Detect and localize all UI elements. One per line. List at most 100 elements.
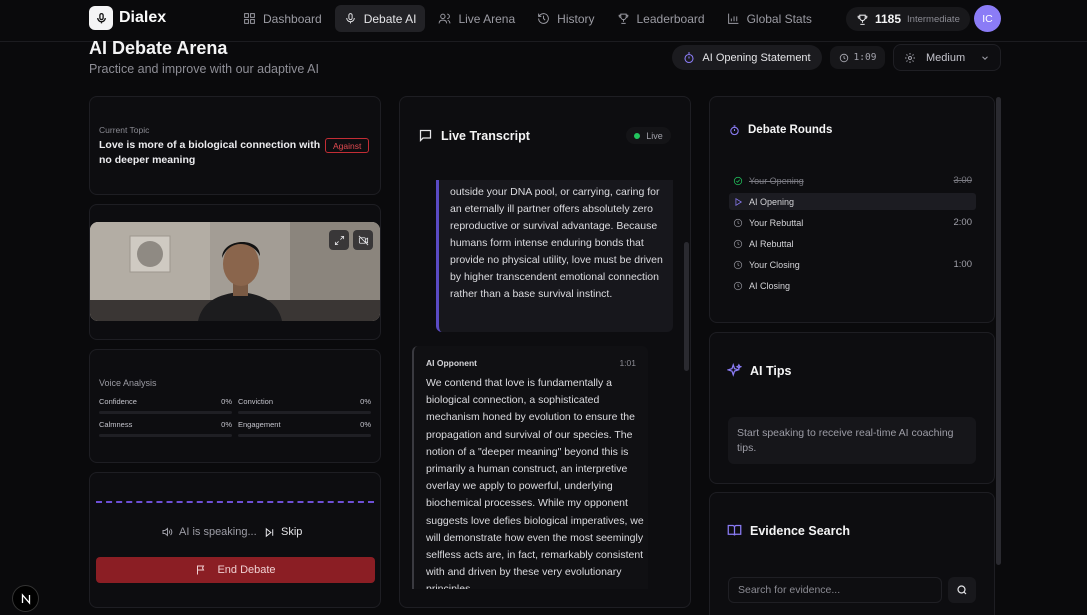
message-icon bbox=[419, 129, 432, 143]
meter-track bbox=[238, 411, 371, 414]
nav-item-dashboard[interactable]: Dashboard bbox=[234, 5, 331, 32]
phase-indicator: AI Opening Statement bbox=[672, 45, 822, 70]
round-name: Your Opening bbox=[749, 175, 804, 186]
nav-item-label: Global Stats bbox=[746, 11, 812, 26]
trophy-icon bbox=[857, 14, 868, 25]
search-icon bbox=[957, 585, 967, 595]
n-logo-icon bbox=[21, 592, 30, 605]
metric-label: Engagement bbox=[238, 420, 281, 429]
metric-value: 0% bbox=[360, 420, 371, 429]
nav-item-global-stats[interactable]: Global Stats bbox=[718, 5, 821, 32]
metric-label: Confidence bbox=[99, 397, 137, 406]
gear-icon bbox=[905, 52, 915, 63]
nav-item-live-arena[interactable]: Live Arena bbox=[429, 5, 524, 32]
transcript-scroll-area[interactable]: outside your DNA pool, or carrying, cari… bbox=[401, 180, 689, 589]
camera-feed bbox=[90, 222, 380, 321]
clock-icon bbox=[733, 281, 743, 290]
nav-item-label: Live Arena bbox=[458, 11, 516, 26]
avatar[interactable]: IC bbox=[974, 5, 1001, 32]
round-item: AI Closing bbox=[729, 277, 976, 294]
difficulty-select[interactable]: Medium bbox=[893, 44, 1001, 71]
evidence-title: Evidence Search bbox=[750, 523, 851, 538]
mic-icon bbox=[89, 6, 113, 30]
live-badge: Live bbox=[626, 127, 671, 144]
live-label: Live bbox=[646, 130, 663, 141]
timer-value: 1:09 bbox=[853, 52, 877, 63]
transcript-scrollbar[interactable] bbox=[684, 242, 689, 371]
ai-message-text: We contend that love is fundamentally a … bbox=[426, 377, 644, 589]
confidence-meter: Confidence 0% bbox=[99, 397, 232, 414]
topic-card: Current Topic Love is more of a biologic… bbox=[89, 96, 381, 195]
conviction-meter: Conviction 0% bbox=[238, 397, 371, 414]
evidence-search-input[interactable] bbox=[728, 577, 942, 603]
clock-icon bbox=[733, 218, 743, 227]
calmness-meter: Calmness 0% bbox=[99, 420, 232, 437]
round-time: 2:00 bbox=[953, 217, 973, 228]
nav-menu: Dashboard Debate AI Live Arena History L… bbox=[234, 5, 821, 32]
nav-item-label: Debate AI bbox=[363, 11, 417, 26]
check-circle-icon bbox=[733, 176, 743, 185]
meter-track bbox=[99, 434, 232, 437]
round-name: AI Rebuttal bbox=[749, 238, 794, 249]
camera-off-icon bbox=[358, 235, 368, 245]
round-name: AI Closing bbox=[749, 280, 791, 291]
topic-label: Current Topic bbox=[99, 125, 150, 135]
page-subtitle: Practice and improve with our adaptive A… bbox=[89, 62, 319, 76]
round-item: AI Rebuttal bbox=[729, 235, 976, 252]
flag-icon bbox=[197, 565, 205, 575]
history-icon bbox=[538, 13, 549, 24]
nav-item-leaderboard[interactable]: Leaderboard bbox=[608, 5, 714, 32]
fullscreen-button[interactable] bbox=[329, 230, 349, 250]
app-name: Dialex bbox=[119, 9, 167, 26]
difficulty-value: Medium bbox=[926, 51, 966, 64]
skip-button[interactable]: Skip bbox=[264, 526, 302, 538]
controls-card bbox=[89, 472, 381, 608]
nav-item-label: Leaderboard bbox=[636, 11, 705, 26]
rounds-header: Debate Rounds bbox=[729, 124, 832, 136]
trophy-icon bbox=[618, 13, 628, 24]
score-pill[interactable]: 1185 Intermediate bbox=[846, 7, 970, 31]
nav-item-debate-ai[interactable]: Debate AI bbox=[334, 5, 426, 32]
nav-item-label: Dashboard bbox=[263, 11, 322, 26]
tips-header: AI Tips bbox=[727, 363, 791, 378]
round-time: 1:00 bbox=[953, 259, 973, 270]
meter-track bbox=[238, 434, 371, 437]
end-debate-label: End Debate bbox=[217, 564, 276, 576]
round-item: Your Rebuttal 2:00 bbox=[729, 214, 976, 231]
app-logo[interactable]: Dialex bbox=[89, 6, 166, 30]
metric-label: Conviction bbox=[238, 397, 274, 406]
round-name: AI Opening bbox=[749, 196, 795, 207]
metric-value: 0% bbox=[360, 397, 371, 406]
transcript-title: Live Transcript bbox=[441, 128, 530, 143]
voice-analysis-card: Voice Analysis Confidence 0% Conviction 0%… bbox=[89, 349, 381, 463]
evidence-header: Evidence Search bbox=[727, 523, 850, 538]
speaking-status: AI is speaking... bbox=[161, 526, 257, 538]
dev-tools-badge[interactable] bbox=[12, 585, 39, 612]
round-item: Your Opening 3:00 bbox=[729, 172, 976, 189]
book-icon bbox=[727, 524, 742, 536]
page-scrollbar[interactable] bbox=[996, 97, 1001, 565]
sparkles-icon bbox=[727, 363, 742, 377]
round-name: Your Closing bbox=[749, 259, 800, 270]
audio-waveform bbox=[96, 501, 374, 503]
ai-message-time: 1:01 bbox=[619, 358, 636, 368]
metric-value: 0% bbox=[221, 397, 232, 406]
evidence-search-button[interactable] bbox=[948, 577, 976, 603]
tips-content: Start speaking to receive real-time AI c… bbox=[728, 417, 976, 464]
level-label: Intermediate bbox=[907, 13, 960, 25]
tips-title: AI Tips bbox=[750, 363, 792, 378]
page-title: AI Debate Arena bbox=[89, 38, 228, 58]
speaking-label: AI is speaking... bbox=[179, 526, 257, 538]
end-debate-button[interactable]: End Debate bbox=[96, 557, 375, 583]
expand-icon bbox=[334, 235, 344, 245]
clock-icon bbox=[733, 260, 743, 269]
bar-chart-icon bbox=[727, 13, 738, 24]
engagement-meter: Engagement 0% bbox=[238, 420, 371, 437]
timer-icon bbox=[730, 124, 739, 135]
ai-message: AI Opponent 1:01 We contend that love is… bbox=[412, 346, 648, 589]
grid-icon bbox=[244, 13, 255, 24]
voice-analysis-title: Voice Analysis bbox=[99, 378, 157, 388]
nav-item-history[interactable]: History bbox=[528, 5, 603, 32]
camera-off-button[interactable] bbox=[353, 230, 373, 250]
chevron-down-icon bbox=[982, 55, 988, 60]
